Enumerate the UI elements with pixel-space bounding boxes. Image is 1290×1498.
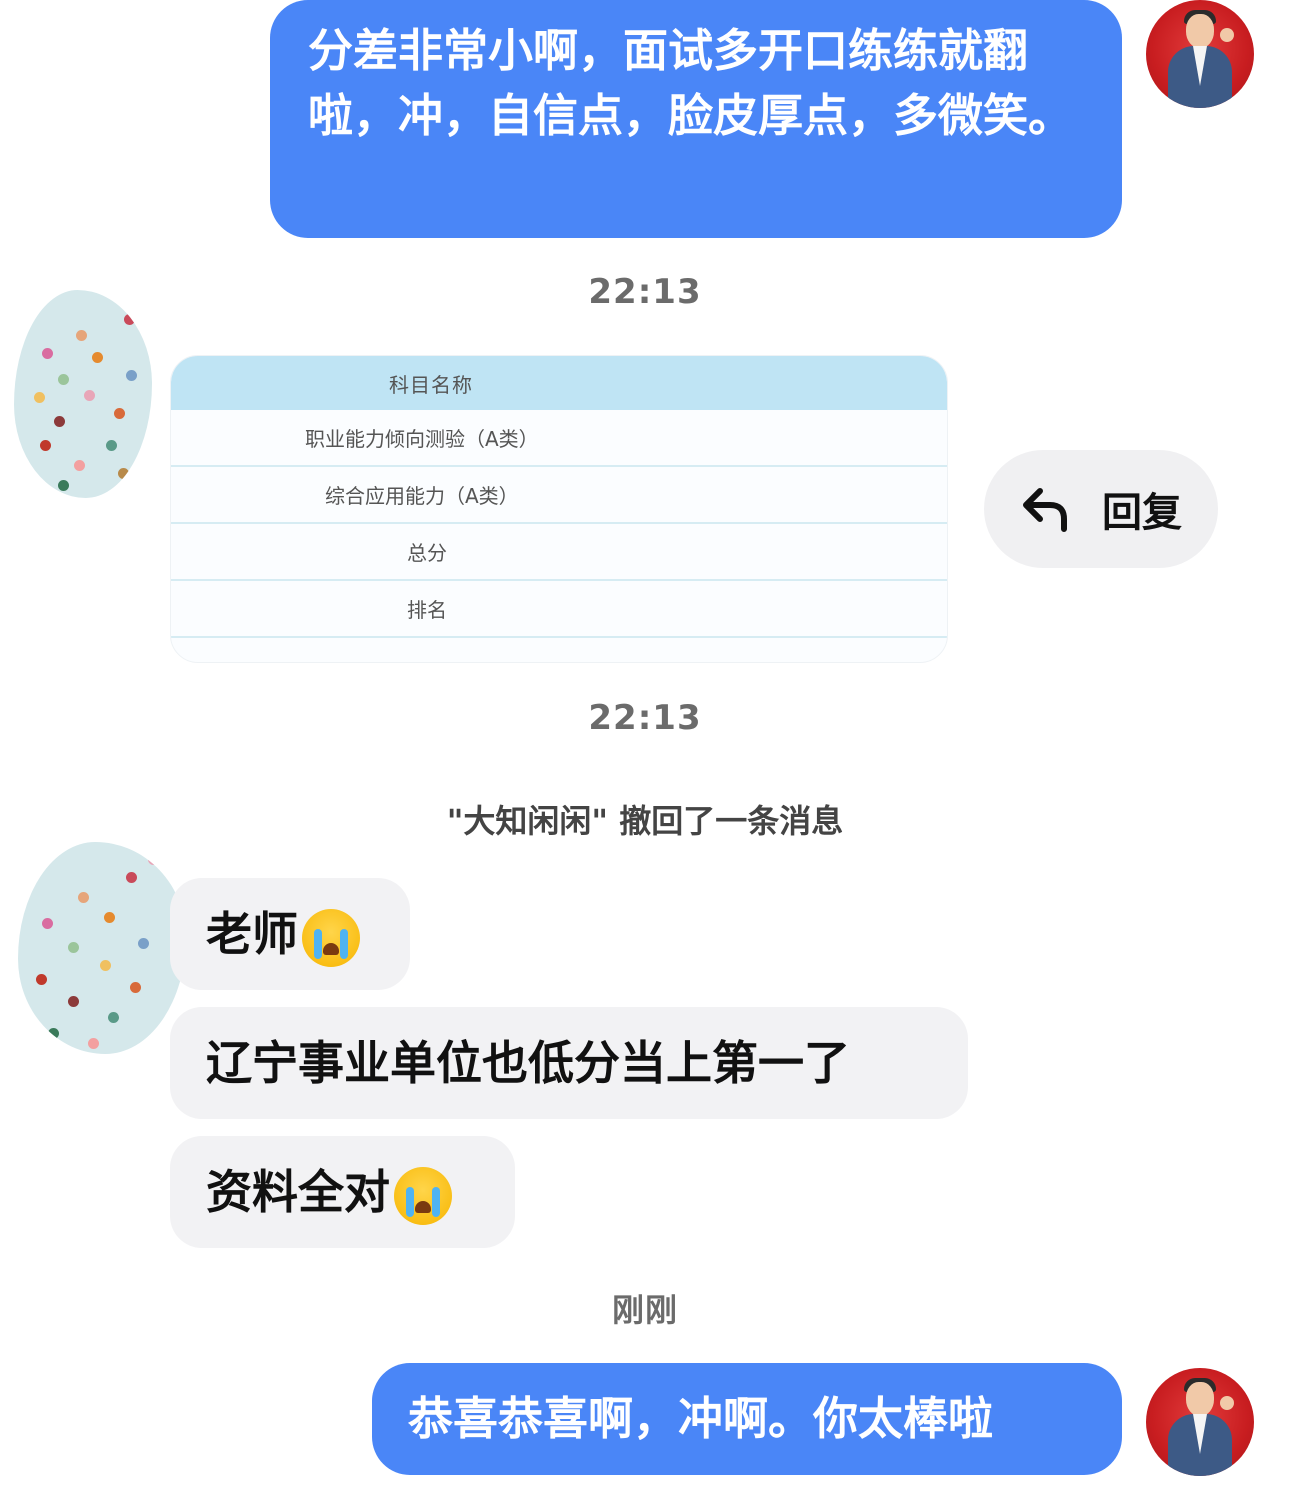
message-text: 分差非常小啊，面试多开口练练就翻啦，冲，自信点，脸皮厚点，多微笑。 (308, 24, 1074, 142)
user-avatar[interactable] (14, 290, 152, 498)
incoming-message-bubble[interactable]: 老师 (170, 878, 410, 990)
message-text: 恭喜恭喜啊，冲啊。你太棒啦 (408, 1392, 994, 1445)
table-row: 综合应用能力（A类） (171, 467, 947, 524)
timestamp: 刚刚 (611, 1291, 678, 1329)
incoming-message-bubble[interactable]: 资料全对 (170, 1136, 515, 1248)
reply-label: 回复 (1102, 490, 1182, 536)
message-text: 辽宁事业单位也低分当上第一了 (206, 1036, 850, 1090)
loudly-crying-face-emoji (394, 1166, 452, 1225)
incoming-message-bubble[interactable]: 辽宁事业单位也低分当上第一了 (170, 1007, 968, 1119)
user-avatar[interactable] (18, 842, 186, 1054)
table-row: 排名 (171, 581, 947, 638)
teacher-avatar[interactable] (1146, 0, 1254, 108)
reply-button[interactable]: 回复 (984, 450, 1218, 568)
teacher-avatar[interactable] (1146, 1368, 1254, 1476)
table-row: 总分 (171, 524, 947, 581)
message-text: 资料全对 (206, 1165, 390, 1219)
outgoing-message-bubble[interactable]: 恭喜恭喜啊，冲啊。你太棒啦 (372, 1363, 1122, 1475)
timestamp: 22:13 (588, 272, 702, 312)
outgoing-message-bubble[interactable]: 分差非常小啊，面试多开口练练就翻啦，冲，自信点，脸皮厚点，多微笑。 (270, 0, 1122, 238)
loudly-crying-face-emoji (302, 908, 360, 967)
timestamp: 22:13 (588, 698, 702, 738)
table-row: 职业能力倾向测验（A类） (171, 410, 947, 467)
image-message-score-table[interactable]: 科目名称 职业能力倾向测验（A类） 综合应用能力（A类） 总分 排名 (170, 355, 948, 663)
recall-notice: "大知闲闲" 撤回了一条消息 (446, 802, 844, 840)
reply-arrow-icon (1023, 488, 1067, 532)
table-header: 科目名称 (171, 356, 947, 410)
message-text: 老师 (206, 907, 298, 961)
